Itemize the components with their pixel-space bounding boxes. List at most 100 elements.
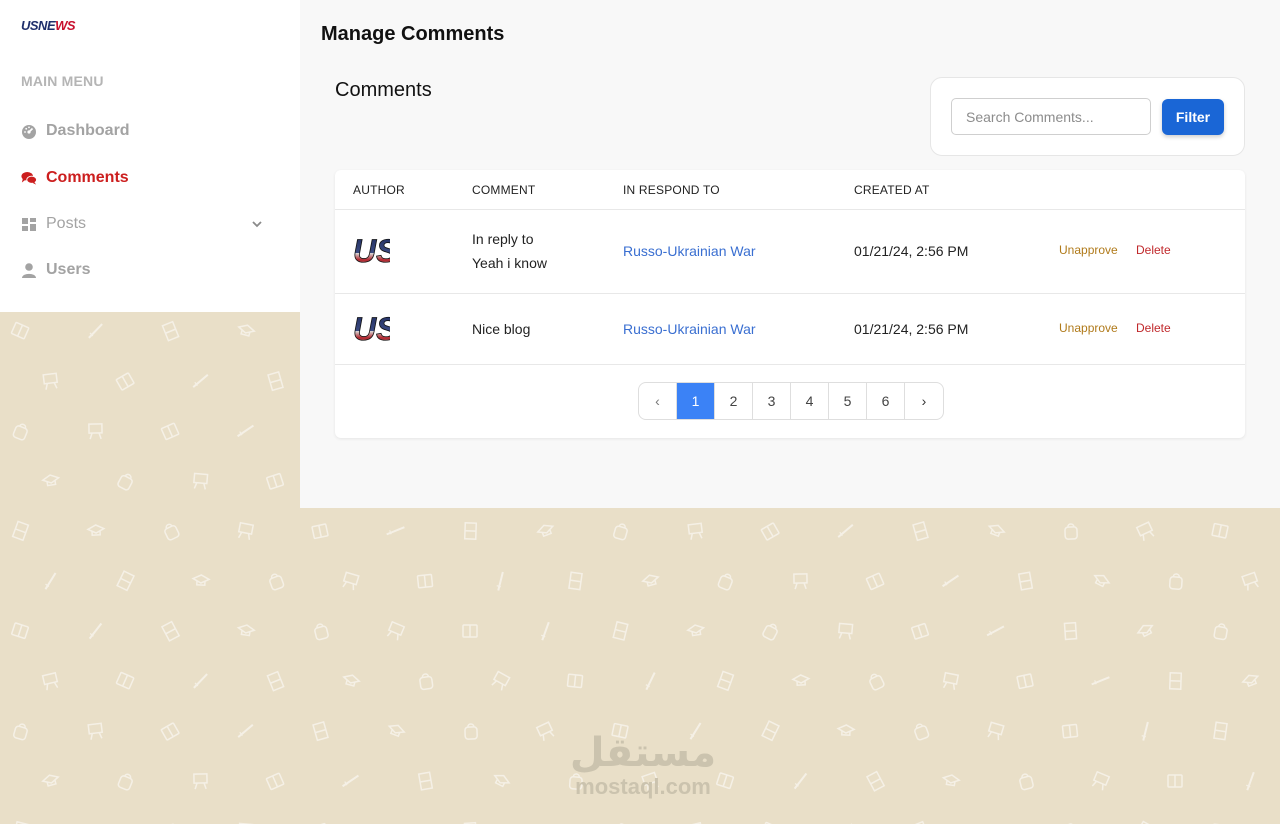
comment-line: In reply to (472, 231, 534, 247)
pattern-doodle (115, 372, 135, 391)
pattern-doodle (463, 522, 478, 540)
pattern-doodle (160, 620, 181, 642)
pattern-doodle (912, 521, 929, 542)
pattern-doodle (983, 818, 1010, 824)
unapprove-button[interactable]: Unapprove (1059, 243, 1118, 257)
logo[interactable]: USNEWS (21, 18, 76, 33)
pattern-doodle (1136, 624, 1154, 638)
pattern-doodle (386, 526, 405, 536)
pattern-doodle (342, 774, 359, 788)
pattern-doodle (836, 724, 856, 736)
pattern-doodle (192, 374, 209, 388)
pattern-doodle (237, 424, 254, 438)
pattern-doodle (1211, 522, 1229, 539)
page-button[interactable]: 2 (715, 383, 753, 419)
sidebar-item-dashboard[interactable]: Dashboard (21, 120, 271, 142)
filter-button[interactable]: Filter (1162, 99, 1224, 135)
pattern-doodle (838, 622, 854, 640)
pattern-doodle (266, 670, 285, 692)
pattern-doodle (464, 723, 478, 740)
pattern-doodle (793, 772, 808, 790)
pagination-prev-button[interactable]: ‹ (639, 383, 677, 419)
sidebar-item-comments[interactable]: Comments (21, 167, 271, 189)
pattern-doodle (1066, 823, 1075, 824)
pattern-doodle (1241, 674, 1260, 688)
pattern-doodle (761, 720, 781, 742)
pattern-doodle (386, 620, 406, 641)
pattern-doodle (314, 623, 329, 641)
comment-text: In reply to Yeah i know (472, 227, 547, 275)
respond-to-link[interactable]: Russo-Ukrainian War (623, 243, 756, 259)
column-header-comment: COMMENT (472, 183, 536, 197)
search-input[interactable] (951, 98, 1151, 135)
page-button[interactable]: 4 (791, 383, 829, 419)
pattern-doodle (1091, 770, 1111, 791)
pattern-doodle (1091, 676, 1110, 686)
pattern-doodle (1137, 820, 1156, 824)
delete-button[interactable]: Delete (1136, 243, 1171, 257)
pattern-doodle (1211, 823, 1229, 824)
comment-line: Yeah i know (472, 255, 547, 271)
page-button[interactable]: 3 (753, 383, 791, 419)
pattern-doodle (116, 570, 136, 592)
page-button[interactable]: 5 (829, 383, 867, 419)
pattern-doodle (837, 524, 854, 538)
pattern-doodle (568, 571, 583, 591)
table-row: US Nice blog Russo-Ukrainian War 01/21/2… (335, 294, 1245, 365)
pattern-doodle (645, 672, 656, 691)
pattern-doodle (686, 821, 704, 824)
pattern-doodle (462, 624, 478, 638)
pattern-doodle (566, 673, 584, 689)
watermark-arabic: مستقل (569, 730, 717, 776)
pattern-doodle (760, 821, 780, 824)
pattern-doodle (87, 722, 104, 740)
main-content: Manage Comments Comments Filter AUTHOR C… (300, 0, 1280, 508)
pattern-doodle (1135, 521, 1155, 541)
pattern-doodle (42, 372, 59, 390)
pattern-doodle (164, 523, 180, 541)
pagination-next-button[interactable]: › (905, 383, 943, 419)
sidebar-item-posts[interactable]: Posts (21, 213, 271, 235)
chevron-down-icon[interactable] (251, 217, 263, 235)
pattern-doodle (541, 621, 550, 641)
pattern-doodle (12, 423, 28, 441)
unapprove-button[interactable]: Unapprove (1059, 321, 1118, 335)
watermark-latin: mostaql.com (575, 774, 711, 799)
delete-button[interactable]: Delete (1136, 321, 1171, 335)
pattern-doodle (791, 674, 811, 686)
avatar-text: US (353, 234, 390, 268)
pattern-doodle (911, 820, 930, 824)
pattern-doodle (312, 721, 329, 742)
logo-text: USNE (21, 18, 56, 33)
pattern-doodle (641, 574, 660, 587)
column-header-respond-to: IN RESPOND TO (623, 183, 720, 197)
user-icon (21, 262, 37, 278)
pattern-doodle (986, 625, 1005, 637)
pattern-doodle (1064, 523, 1078, 540)
chevron-left-icon: ‹ (655, 393, 660, 409)
pattern-doodle (238, 822, 254, 824)
pattern-doodle (88, 423, 103, 440)
pattern-doodle (193, 773, 208, 790)
pattern-doodle (869, 673, 885, 691)
sidebar-item-label: Dashboard (46, 122, 130, 139)
pattern-doodle (686, 624, 706, 637)
pattern-doodle (11, 622, 30, 640)
comment-text: Nice blog (472, 321, 531, 337)
comments-table: AUTHOR COMMENT IN RESPOND TO CREATED AT … (335, 170, 1245, 438)
pattern-doodle (463, 821, 478, 824)
respond-to-link[interactable]: Russo-Ukrainian War (623, 321, 756, 337)
pattern-doodle (83, 818, 108, 824)
page-title: Manage Comments (321, 23, 505, 45)
pattern-doodle (838, 823, 853, 824)
pattern-doodle (1167, 774, 1183, 788)
created-at: 01/21/24, 2:56 PM (854, 321, 969, 337)
pattern-doodle (716, 670, 735, 692)
pattern-doodle (911, 622, 930, 640)
page-button-current[interactable]: 1 (677, 383, 715, 419)
pattern-doodle (117, 773, 133, 791)
pattern-doodle (1213, 623, 1228, 641)
page-button[interactable]: 6 (867, 383, 905, 419)
sidebar-item-users[interactable]: Users (21, 259, 271, 281)
pattern-doodle (942, 574, 959, 588)
